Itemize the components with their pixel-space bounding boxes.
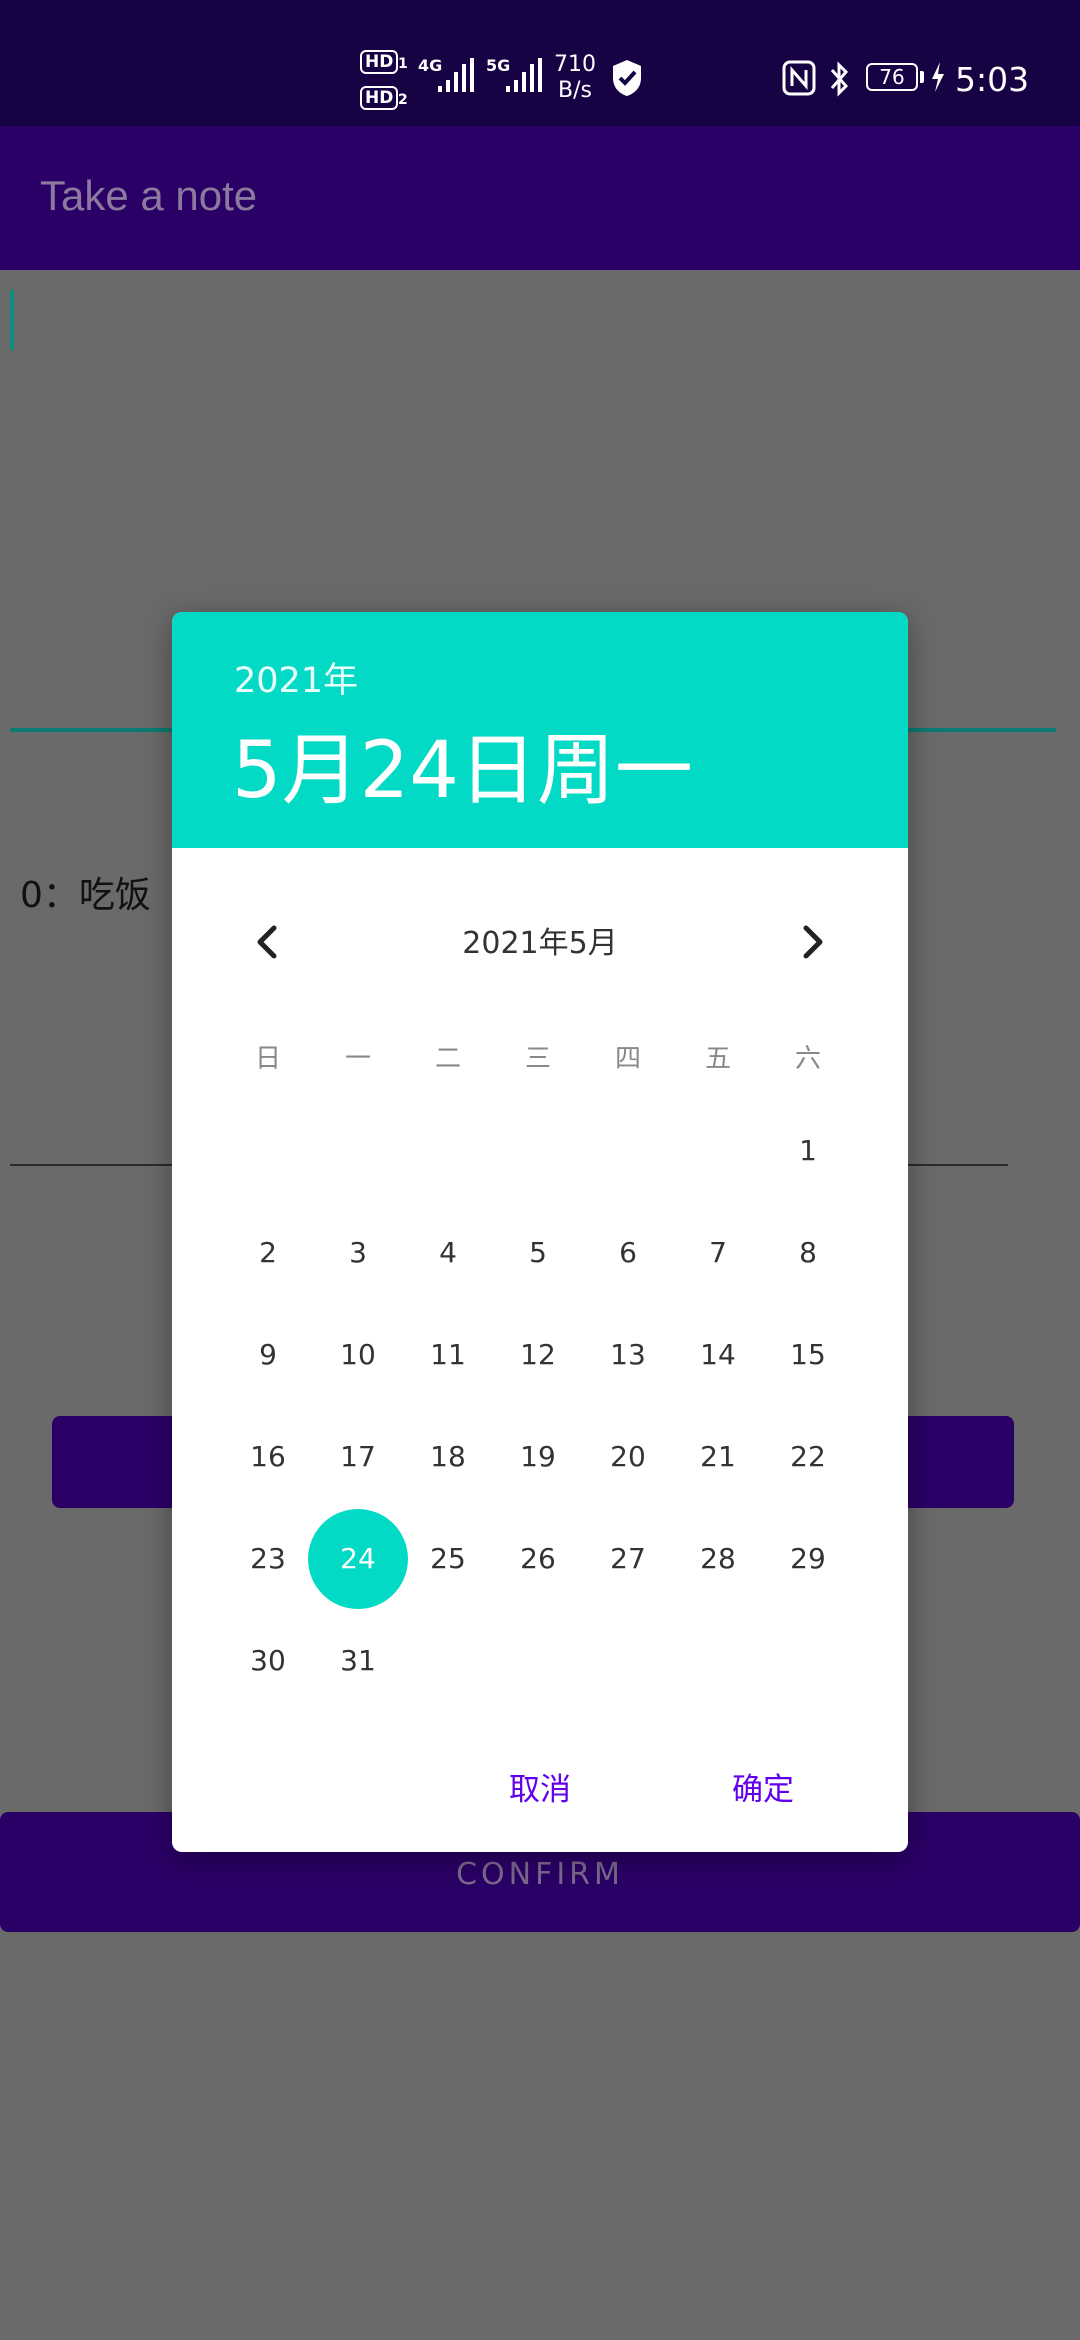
calendar-day[interactable]: 9: [218, 1305, 318, 1405]
calendar-day[interactable]: 27: [578, 1509, 678, 1609]
date-picker-dialog: 2021年 5月24日周一 2021年5月 日一二三四五六 1234567891…: [172, 612, 908, 1852]
calendar-day[interactable]: 26: [488, 1509, 588, 1609]
calendar-day[interactable]: 12: [488, 1305, 588, 1405]
calendar-day[interactable]: 22: [758, 1407, 858, 1507]
battery-tip: [920, 71, 924, 83]
calendar-day[interactable]: 4: [398, 1203, 498, 1303]
calendar-day[interactable]: 2: [218, 1203, 318, 1303]
text-cursor: [10, 290, 14, 350]
weekday-label: 四: [614, 1044, 641, 1074]
calendar-day[interactable]: 1: [758, 1101, 858, 1201]
next-month-button[interactable]: [782, 912, 842, 972]
calendar-day-selected[interactable]: 24: [308, 1509, 408, 1609]
sim2-label: 2: [398, 92, 408, 108]
calendar-day[interactable]: 16: [218, 1407, 318, 1507]
calendar-day[interactable]: 10: [308, 1305, 408, 1405]
weekday-label: 六: [794, 1044, 821, 1074]
calendar-day[interactable]: 14: [668, 1305, 768, 1405]
header-year[interactable]: 2021年: [234, 652, 358, 703]
cancel-button[interactable]: 取消: [509, 1764, 571, 1809]
network-speed: 710 B/s: [550, 52, 600, 104]
weekday-label: 日: [254, 1044, 281, 1074]
hd-badge-2: HD: [360, 86, 399, 110]
app-toolbar: Take a note: [0, 126, 1080, 270]
weekday-label: 二: [434, 1044, 461, 1074]
dialog-header: 2021年 5月24日周一: [172, 612, 908, 848]
battery-indicator: 76: [866, 63, 918, 91]
bluetooth-icon: [830, 61, 849, 97]
note-item-label: 0：吃饭: [20, 875, 151, 916]
shield-icon: [613, 60, 641, 96]
calendar-day[interactable]: 11: [398, 1305, 498, 1405]
hd-badge-1: HD: [360, 50, 399, 74]
signal-icon-1: [438, 58, 474, 92]
calendar-day[interactable]: 28: [668, 1509, 768, 1609]
calendar-day[interactable]: 15: [758, 1305, 858, 1405]
nfc-icon: [782, 60, 816, 96]
speed-value: 710: [554, 52, 596, 77]
calendar-day[interactable]: 31: [308, 1611, 408, 1711]
calendar-day[interactable]: 6: [578, 1203, 678, 1303]
sim1-label: 1: [398, 56, 408, 72]
ok-button[interactable]: 确定: [732, 1764, 794, 1809]
clock-time: 5:03: [955, 60, 1030, 99]
weekday-label: 一: [344, 1044, 371, 1074]
status-bar: HD 1 HD 2 4G 5G 710 B/s 76 5:03: [0, 0, 1080, 126]
calendar-day[interactable]: 8: [758, 1203, 858, 1303]
calendar-day[interactable]: 20: [578, 1407, 678, 1507]
charging-icon: [932, 62, 944, 92]
calendar-day[interactable]: 7: [668, 1203, 768, 1303]
calendar-day[interactable]: 18: [398, 1407, 498, 1507]
calendar-day[interactable]: 29: [758, 1509, 858, 1609]
header-selected-date[interactable]: 5月24日周一: [232, 708, 693, 820]
toolbar-title: Take a note: [40, 172, 258, 219]
calendar-day[interactable]: 30: [218, 1611, 318, 1711]
calendar-day[interactable]: 3: [308, 1203, 408, 1303]
chevron-right-icon: [803, 925, 823, 959]
calendar-day[interactable]: 23: [218, 1509, 318, 1609]
weekday-label: 五: [704, 1044, 731, 1074]
calendar-day[interactable]: 17: [308, 1407, 408, 1507]
calendar-day[interactable]: 5: [488, 1203, 588, 1303]
speed-unit: B/s: [558, 78, 592, 103]
calendar-day[interactable]: 13: [578, 1305, 678, 1405]
calendar-day[interactable]: 19: [488, 1407, 588, 1507]
calendar-day[interactable]: 25: [398, 1509, 498, 1609]
weekday-label: 三: [524, 1044, 551, 1074]
calendar-day[interactable]: 21: [668, 1407, 768, 1507]
signal-icon-2: [506, 58, 542, 92]
